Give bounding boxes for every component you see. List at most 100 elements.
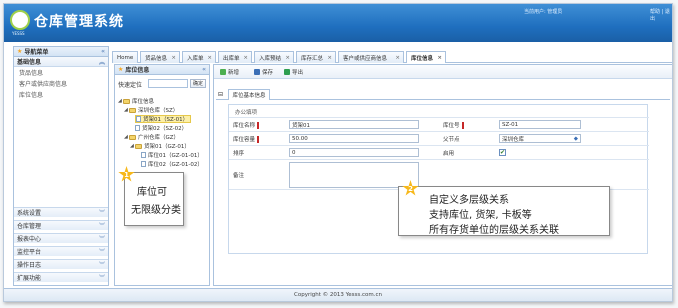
required-marker [257,135,260,143]
tab-inbound[interactable]: 入库单 × [182,51,216,63]
tab-customers[interactable]: 客户或供应商信息 × [338,51,404,63]
tree-node-label: 深圳仓库（SZ） [138,108,179,114]
remark-label: 备注 [233,171,244,179]
order-input[interactable]: 0 [289,148,419,157]
chevron-down-icon: ︾ [98,210,105,217]
sidebar-group-reports[interactable]: 报表中心 ︾ [14,233,108,243]
tab-locations[interactable]: 库位信息 × [406,51,446,63]
folder-icon [135,143,142,149]
add-button[interactable]: 新增 [220,68,239,76]
tab-label: 客户或供应商信息 [343,55,388,62]
label-text: 排序 [233,151,245,157]
tree-node[interactable]: ◢ 深圳仓库（SZ） [124,106,178,114]
tree-node-label: 货架01（GZ-01） [144,144,190,150]
subtab-bar: ⊟ 库位基本信息 [216,89,670,100]
locate-input[interactable] [148,79,188,88]
tab-basic-info[interactable]: 库位基本信息 [228,89,270,100]
tab-stock-summary[interactable]: 库存汇总 × [296,51,336,63]
tab-home[interactable]: Home [112,51,138,63]
export-icon [284,69,290,75]
label-text: 库位号 [443,123,460,129]
label-text: 库位容量 [233,137,256,143]
logo-text: YESSS [12,31,25,36]
parent-select[interactable]: 深圳仓库 ◆ [499,134,581,143]
file-icon [141,161,146,167]
toolbar: 新增 保存 导出 [214,65,672,79]
enable-label: 启用 [443,149,454,157]
disk-icon [254,69,260,75]
collapse-icon[interactable]: « [101,48,105,55]
plus-icon [220,69,226,75]
tree-node-label: 库位01（GZ-01-01） [148,153,203,159]
group-label: 操作日志 [17,262,42,269]
chevron-down-icon: ︾ [98,223,105,230]
close-icon[interactable]: × [207,55,212,61]
sidebar-group-warehouse[interactable]: 仓库管理 ︾ [14,220,108,230]
nav-sidebar: ★ 导航菜单 « 基础信息 ︽ 货品信息 客户或供应商信息 库位信息 系统设置 ︾… [13,46,109,286]
tree-node-label: 库位02（GZ-01-02） [148,162,203,168]
header-bar: YESSS 仓库管理系统 当前用户: 管理员 帮助 | 退出 [4,4,672,42]
add-label: 新增 [228,70,240,76]
callout-text: 自定义多层级关系 [429,195,509,206]
required-marker [461,121,464,129]
tab-label: 库存汇总 [301,55,324,62]
close-icon[interactable]: × [285,55,290,61]
tab-inbound-pre[interactable]: 入库预结 × [254,51,294,63]
current-user[interactable]: 当前用户: 管理员 [524,8,562,15]
logo-icon [10,10,30,30]
remark-textarea[interactable] [289,162,419,188]
label-text: 库位名称 [233,123,256,129]
locate-label: 快速定位 [118,82,143,89]
close-icon[interactable]: × [171,55,176,61]
chevron-down-icon: ︾ [98,275,105,282]
sidebar-item-goods[interactable]: 货品信息 [14,67,108,78]
help-exit-links[interactable]: 帮助 | 退出 [650,8,672,22]
close-icon[interactable]: × [395,55,400,61]
tree-node[interactable]: ◢ 货架01（GZ-01） [130,142,190,150]
sidebar-group-logs[interactable]: 操作日志 ︾ [14,259,108,269]
file-icon [136,116,141,122]
close-icon[interactable]: × [327,55,332,61]
save-label: 保存 [262,70,274,76]
collapse-icon[interactable]: ⊟ [218,91,223,98]
tree-node-selected[interactable]: 货架01（SZ-01） [135,115,192,123]
tree-node[interactable]: 库位01（GZ-01-01） [141,151,203,159]
folder-icon [123,98,130,104]
code-input[interactable]: SZ-01 [499,120,581,129]
tree-node[interactable]: ◢ 库位信息 [118,97,154,105]
label-text: 启用 [443,151,455,157]
sidebar-group-extensions[interactable]: 扩展功能 ︾ [14,272,108,282]
dropdown-icon[interactable]: ◆ [574,136,578,142]
star-icon: ★ [118,66,124,73]
capacity-label: 库位容量 [233,135,260,143]
group-label: 系统设置 [17,210,42,217]
tree-node[interactable]: 货架02（SZ-02） [135,124,187,132]
export-button[interactable]: 导出 [284,68,303,76]
detail-panel: 新增 保存 导出 ⊟ 库位基本信息 办公填项 库位名称 货架01 库位号 SZ-… [213,64,672,286]
save-button[interactable]: 保存 [254,68,273,76]
quick-locate: 快速定位 确定 [118,79,208,90]
tree-node-label: 库位信息 [132,99,155,105]
capacity-input[interactable]: 50.00 [289,134,419,143]
enable-checkbox[interactable]: ✔ [499,149,506,156]
sidebar-item-customers[interactable]: 客户或供应商信息 [14,78,108,89]
file-icon [135,125,140,131]
name-input[interactable]: 货架01 [289,120,419,129]
code-label: 库位号 [443,121,464,129]
sidebar-item-locations[interactable]: 库位信息 [14,89,108,100]
tab-goods[interactable]: 货品信息 × [140,51,180,63]
sidebar-section-basic[interactable]: 基础信息 ︽ [14,57,108,67]
tree-node[interactable]: 库位02（GZ-01-02） [141,160,203,168]
tree-node[interactable]: ◢ 广州仓库（GZ） [124,133,179,141]
star-icon: ★ [17,48,23,55]
close-icon[interactable]: × [243,55,248,61]
locate-button[interactable]: 确定 [190,79,206,88]
close-icon[interactable]: × [437,55,442,61]
tab-label: 货品信息 [145,55,168,62]
sidebar-group-monitor[interactable]: 监控平台 ︾ [14,246,108,256]
collapse-icon[interactable]: « [202,66,206,73]
sidebar-group-system[interactable]: 系统设置 ︾ [14,207,108,217]
required-marker [257,121,260,129]
tab-label: Home [117,54,134,61]
tab-outbound[interactable]: 出库单 × [218,51,252,63]
